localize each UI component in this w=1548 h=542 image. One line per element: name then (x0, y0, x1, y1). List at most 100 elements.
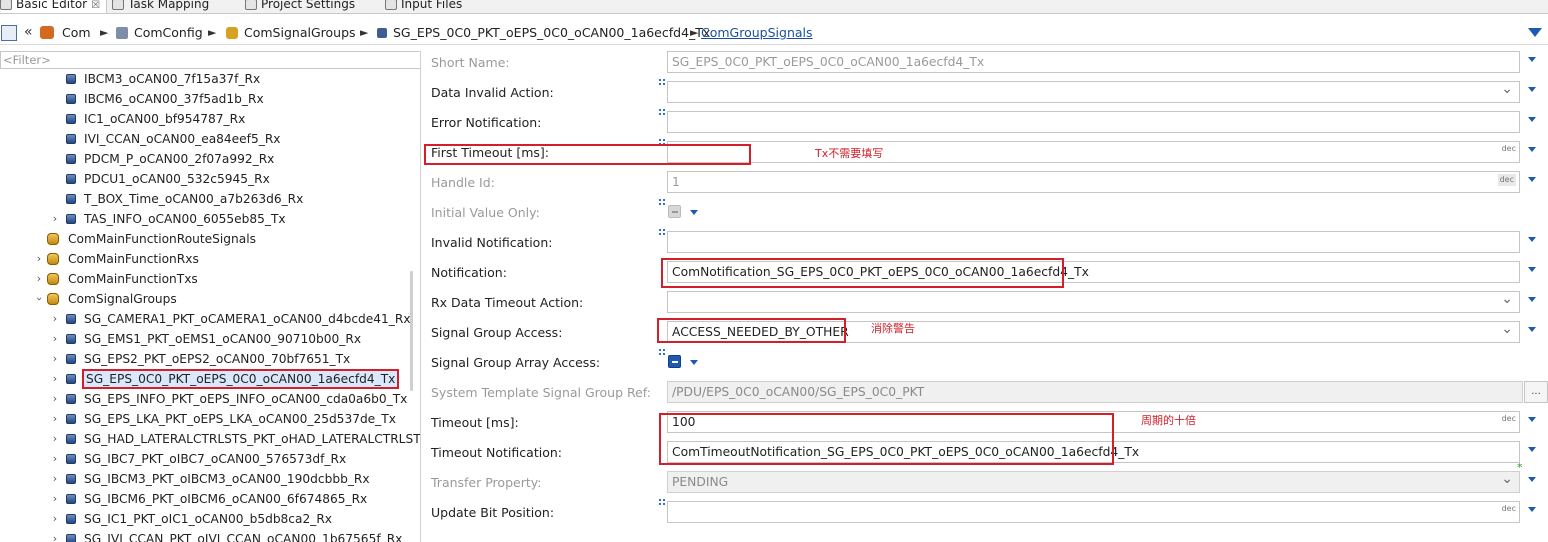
tree-item[interactable]: IVI_CCAN_oCAN00_ea84eef5_Rx (66, 129, 281, 149)
tree-item[interactable]: › SG_CAMERA1_PKT_oCAMERA1_oCAN00_d4bcde41… (52, 309, 411, 329)
tree-item[interactable]: › SG_IBCM3_PKT_oIBCM3_oCAN00_190dcbbb_Rx (52, 469, 370, 489)
chevron-down-icon[interactable]: ⌄ (1501, 322, 1513, 339)
tree-item[interactable]: › TAS_INFO_oCAN00_6055eb85_Tx (52, 209, 286, 229)
prop-handle-id: Handle Id: 1 dec (423, 167, 1548, 197)
filter-input[interactable]: <Filter> (0, 51, 420, 69)
tree-item[interactable]: ComMainFunctionRouteSignals (34, 229, 256, 249)
tree-item[interactable]: › SG_EPS_LKA_PKT_oEPS_LKA_oCAN00_25d537de… (52, 409, 396, 429)
expand-chevron-icon[interactable]: › (34, 249, 44, 269)
dropdown-arrow-icon[interactable] (1528, 297, 1536, 302)
dropdown-arrow-icon[interactable] (1528, 417, 1536, 422)
browse-button[interactable]: ... (1524, 381, 1548, 403)
tree-item-label: SG_IBCM6_PKT_oIBCM6_oCAN00_6f674865_Rx (84, 492, 368, 506)
tree-item[interactable]: IC1_oCAN00_bf954787_Rx (66, 109, 246, 129)
tree-scrollbar[interactable] (410, 271, 413, 391)
short-name-field[interactable]: SG_EPS_0C0_PKT_oEPS_0C0_oCAN00_1a6ecfd4_… (667, 51, 1520, 73)
breadcrumb-comconfig[interactable]: ComConfig (134, 24, 203, 42)
tree-item[interactable]: T_BOX_Time_oCAN00_a7b263d6_Rx (66, 189, 303, 209)
tree-item[interactable]: IBCM3_oCAN00_7f15a37f_Rx (66, 69, 260, 89)
dropdown-arrow-icon[interactable] (1528, 237, 1536, 242)
breadcrumb-comgroupsignals-link[interactable]: ComGroupSignals (701, 24, 813, 42)
handle-id-field[interactable]: 1 dec (667, 171, 1520, 193)
expand-chevron-icon[interactable]: › (50, 489, 60, 509)
tree-item[interactable]: › ComMainFunctionRxs (34, 249, 199, 269)
toggle-tree-icon[interactable] (1, 25, 17, 41)
tree-item-selected[interactable]: › SG_EPS_0C0_PKT_oEPS_0C0_oCAN00_1a6ecfd4… (50, 369, 400, 389)
unit-label: dec (1501, 144, 1516, 153)
dropdown-arrow-icon[interactable] (690, 360, 698, 365)
container-icon (47, 233, 59, 245)
tree-item-label: SG_IBCM3_PKT_oIBCM3_oCAN00_190dcbbb_Rx (84, 472, 370, 486)
rx-data-timeout-action-select[interactable]: ⌄ (667, 291, 1520, 313)
dropdown-arrow-icon[interactable] (1528, 477, 1536, 482)
data-invalid-action-select[interactable]: ⌄ (667, 81, 1520, 103)
tree-item[interactable]: › SG_EPS_INFO_PKT_oEPS_INFO_oCAN00_cda0a6… (50, 389, 408, 409)
dropdown-arrow-icon[interactable] (1528, 57, 1536, 62)
breadcrumb-comsignalgroups[interactable]: ComSignalGroups (244, 24, 356, 42)
expand-chevron-icon[interactable]: › (50, 389, 60, 409)
tree-item[interactable]: › SG_IBC7_PKT_oIBC7_oCAN00_576573df_Rx (52, 449, 346, 469)
breadcrumb-signal-group[interactable]: SG_EPS_0C0_PKT_oEPS_0C0_oCAN00_1a6ecfd4_… (393, 24, 710, 42)
tree-item[interactable]: IBCM6_oCAN00_37f5ad1b_Rx (66, 89, 264, 109)
initial-value-only-checkbox[interactable] (668, 205, 681, 218)
tree-item[interactable]: › SG_IC1_PKT_oIC1_oCAN00_b5db8ca2_Rx (52, 509, 332, 529)
tree-item[interactable]: › SG_HAD_LATERALCTRLSTS_PKT_oHAD_LATERALC… (50, 429, 420, 449)
tree-item[interactable]: › ComMainFunctionTxs (34, 269, 198, 289)
tree-item[interactable]: › SG_EPS2_PKT_oEPS2_oCAN00_70bf7651_Tx (52, 349, 350, 369)
chevron-down-icon[interactable]: ⌄ (1501, 472, 1513, 489)
close-icon[interactable]: ☒ (91, 0, 100, 11)
tree-item[interactable]: › SG_IBCM6_PKT_oIBCM6_oCAN00_6f674865_Rx (52, 489, 367, 509)
system-template-ref-field[interactable]: /PDU/EPS_0C0_oCAN00/SG_EPS_0C0_PKT (667, 381, 1523, 403)
chevron-down-icon[interactable]: ⌄ (1501, 82, 1513, 99)
signal-group-array-access-checkbox[interactable] (668, 355, 681, 368)
expand-chevron-icon[interactable]: › (50, 329, 60, 349)
tree-item[interactable]: PDCU1_oCAN00_532c5945_Rx (66, 169, 270, 189)
expand-chevron-icon[interactable]: › (50, 409, 60, 429)
expand-chevron-icon[interactable]: › (50, 469, 60, 489)
expand-chevron-icon[interactable]: › (50, 509, 60, 529)
update-bit-position-field[interactable]: dec (667, 501, 1520, 523)
chevron-down-icon[interactable]: ⌄ (1501, 292, 1513, 309)
error-notification-field[interactable] (667, 111, 1520, 133)
tree-item-label: IC1_oCAN00_bf954787_Rx (84, 112, 246, 126)
expand-chevron-icon[interactable]: › (50, 449, 60, 469)
prop-transfer-property: Transfer Property: * PENDING ⌄ (423, 461, 1548, 497)
prop-data-invalid-action: Data Invalid Action: ⌄ (423, 77, 1548, 107)
input-files-icon (385, 0, 397, 10)
tab-task-mapping[interactable]: Task Mapping (112, 0, 209, 13)
dropdown-arrow-icon[interactable] (1528, 267, 1536, 272)
grid-marker-icon (659, 199, 666, 206)
dropdown-arrow-icon[interactable] (1528, 177, 1536, 182)
first-timeout-field[interactable]: dec (667, 141, 1520, 163)
expand-chevron-icon[interactable]: › (50, 309, 60, 329)
transfer-property-select[interactable]: PENDING ⌄ (667, 471, 1520, 493)
back-chevron-icon[interactable]: « (24, 23, 33, 41)
dropdown-arrow-icon[interactable] (1528, 327, 1536, 332)
tree-item[interactable]: › ComSignalGroups (33, 289, 177, 309)
tab-project-settings[interactable]: Project Settings (245, 0, 355, 13)
expand-chevron-icon[interactable]: › (50, 429, 60, 449)
tab-basic-editor[interactable]: Basic Editor ☒ (0, 0, 108, 13)
filter-funnel-icon[interactable] (1528, 28, 1542, 37)
dropdown-arrow-icon[interactable] (690, 210, 698, 215)
expand-chevron-icon[interactable]: › (50, 349, 60, 369)
tree-item[interactable]: › SG_EMS1_PKT_oEMS1_oCAN00_90710b00_Rx (52, 329, 361, 349)
invalid-notification-field[interactable] (667, 231, 1520, 253)
tree-item[interactable]: › SG_IVI_CCAN_PKT_oIVI_CCAN_oCAN00_1b6756… (52, 529, 402, 542)
collapse-chevron-icon[interactable]: › (29, 294, 49, 304)
expand-chevron-icon[interactable]: › (50, 369, 60, 389)
dropdown-arrow-icon[interactable] (1528, 117, 1536, 122)
expand-chevron-icon[interactable]: › (34, 269, 44, 289)
prop-label: Rx Data Timeout Action: (431, 295, 584, 310)
expand-chevron-icon[interactable]: › (50, 209, 60, 229)
container-icon (47, 273, 59, 285)
signal-icon (66, 374, 76, 384)
breadcrumb-com[interactable]: Com (62, 24, 91, 42)
expand-chevron-icon[interactable]: › (50, 529, 60, 542)
tab-input-files[interactable]: Input Files (385, 0, 462, 13)
dropdown-arrow-icon[interactable] (1528, 507, 1536, 512)
tree-item[interactable]: PDCM_P_oCAN00_2f07a992_Rx (66, 149, 274, 169)
dropdown-arrow-icon[interactable] (1528, 447, 1536, 452)
dropdown-arrow-icon[interactable] (1528, 87, 1536, 92)
dropdown-arrow-icon[interactable] (1528, 147, 1536, 152)
